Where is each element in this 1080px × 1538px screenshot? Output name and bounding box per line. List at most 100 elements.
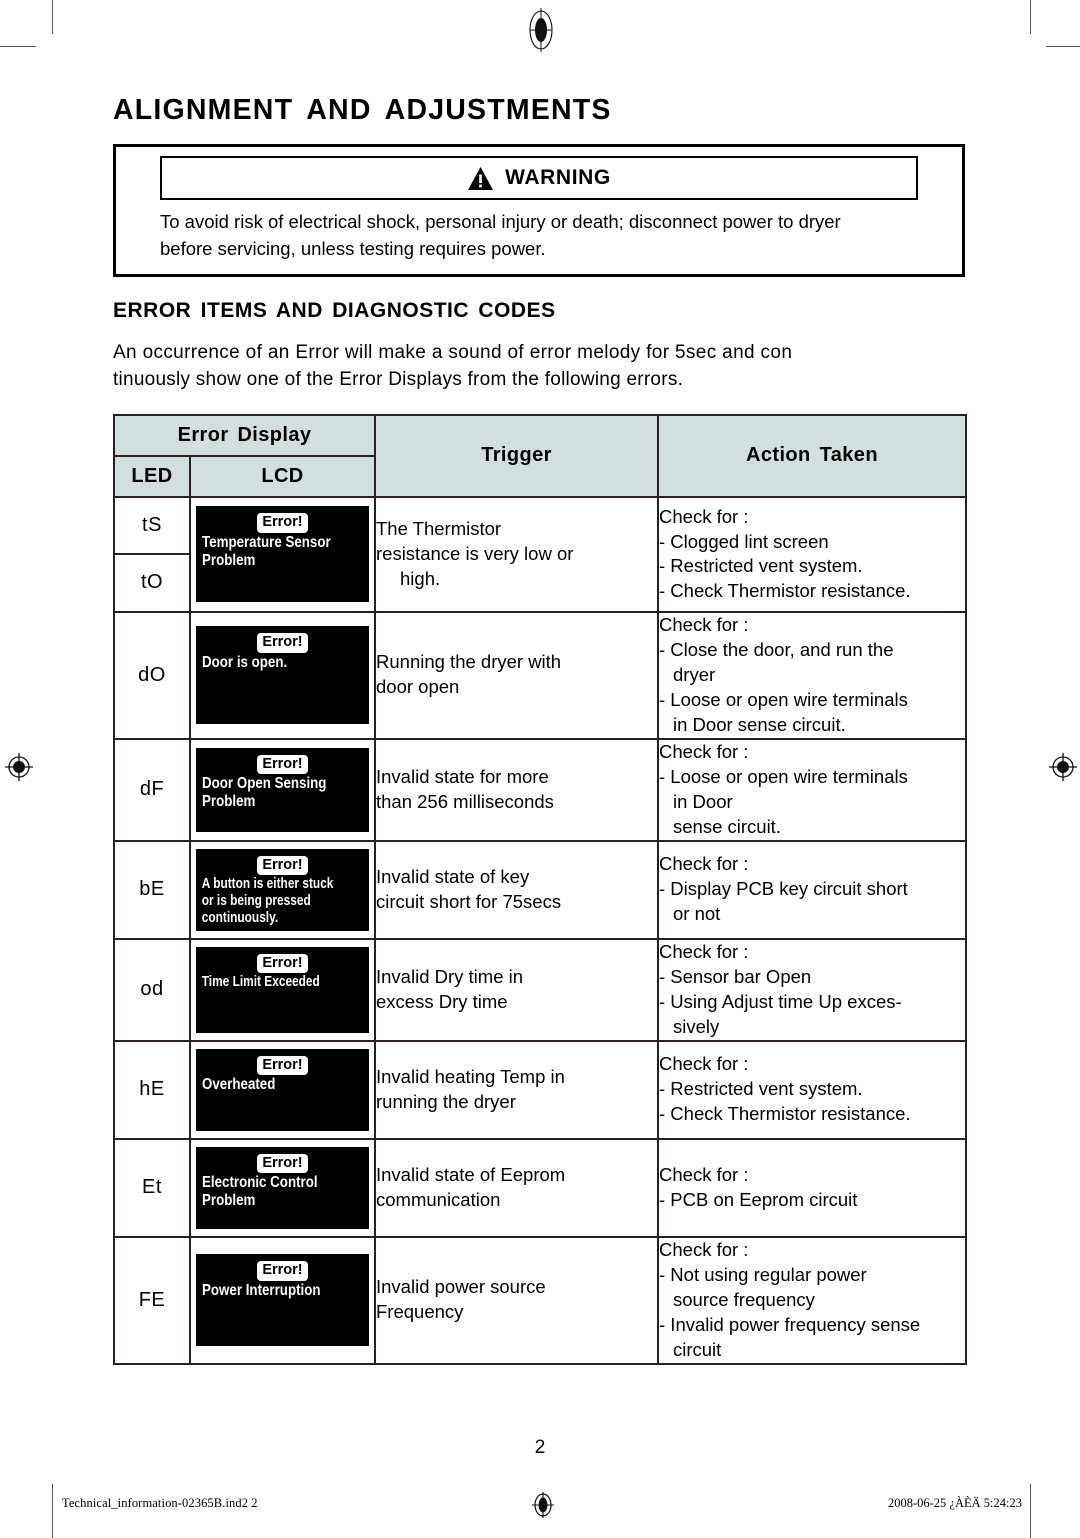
- lcd-screen: Error! Power Interruption: [196, 1254, 369, 1347]
- cell-trigger: Invalid state for more than 256 milliseco…: [374, 737, 659, 842]
- warning-header: WARNING: [160, 156, 918, 201]
- cell-lcd-display: Error! Power Interruption: [189, 1235, 376, 1365]
- column-header-action-taken: Action Taken: [657, 413, 967, 498]
- table-row: tS tO Error! Temperature Sensor Problem The T…: [113, 495, 967, 613]
- warning-label: WARNING: [505, 166, 611, 190]
- action-line: Check for :: [659, 1163, 749, 1185]
- action-line: - Loose or open wire terminals: [659, 688, 908, 710]
- lcd-screen: Error! Time Limit Exceeded: [196, 946, 369, 1033]
- registration-mark-right-icon: [1048, 752, 1078, 787]
- action-line: - Using Adjust time Up exces-: [659, 990, 902, 1012]
- trigger-line: door open: [376, 676, 460, 698]
- action-line: Check for :: [659, 853, 749, 875]
- lcd-message-line: Problem: [202, 793, 256, 811]
- trigger-line: running the dryer: [376, 1090, 516, 1112]
- cell-lcd-display: Error! Temperature Sensor Problem: [189, 495, 376, 613]
- led-code: tS: [115, 498, 189, 555]
- action-line: sively: [673, 1015, 720, 1037]
- cell-action-taken: Check for : - Close the door, and run the…: [657, 610, 967, 740]
- trigger-line: Invalid Dry time in: [376, 965, 524, 987]
- action-line: Check for :: [659, 940, 749, 962]
- action-line: Check for :: [659, 1238, 749, 1260]
- action-line: sense circuit.: [673, 815, 781, 837]
- action-line: - Display PCB key circuit short: [659, 878, 908, 900]
- action-line: - Close the door, and run the: [659, 638, 894, 660]
- cell-lcd-display: Error! Time Limit Exceeded: [189, 937, 376, 1042]
- trigger-line: high.: [400, 567, 441, 589]
- cell-trigger: Invalid Dry time in excess Dry time: [374, 937, 659, 1042]
- cell-trigger: Invalid state of Eeprom communication: [374, 1137, 659, 1238]
- trigger-line: circuit short for 75secs: [376, 890, 562, 912]
- cell-led-group: tS tO: [113, 495, 191, 613]
- trigger-line: Running the dryer with: [376, 651, 562, 673]
- action-line: - PCB on Eeprom circuit: [659, 1188, 858, 1210]
- action-line: - Not using regular power: [659, 1263, 867, 1285]
- action-line: circuit: [673, 1338, 722, 1360]
- action-line: source frequency: [673, 1288, 815, 1310]
- warning-text-line-2: before servicing, unless testing require…: [160, 237, 546, 259]
- warning-triangle-icon: [467, 166, 494, 191]
- cell-lcd-display: Error! Door is open.: [189, 610, 376, 740]
- lcd-error-badge: Error!: [196, 953, 369, 974]
- cell-action-taken: Check for : - Restricted vent system. - Ch…: [657, 1039, 967, 1140]
- crop-mark-top-right: [1030, 0, 1031, 34]
- led-code: tO: [140, 571, 164, 594]
- table-row: od Error! Time Limit Exceeded Invalid Dry t…: [113, 937, 967, 1042]
- lcd-message-line: Power Interruption: [202, 1281, 321, 1299]
- registration-mark-top-icon: [527, 8, 555, 57]
- lcd-screen: Error! A button is either stuck or is bein…: [196, 848, 369, 931]
- registration-mark-left-icon: [4, 752, 34, 787]
- table-row: bE Error! A button is either stuck or is be…: [113, 839, 967, 940]
- cell-trigger: Invalid state of key circuit short for 75…: [374, 839, 659, 940]
- cell-trigger: Running the dryer with door open: [374, 610, 659, 740]
- trigger-line: The Thermistor: [376, 518, 502, 540]
- lcd-message-line: Electronic Control: [202, 1174, 318, 1192]
- cell-lcd-display: Error! Electronic Control Problem: [189, 1137, 376, 1238]
- trigger-line: Invalid state for more: [376, 765, 549, 787]
- action-line: - Restricted vent system.: [659, 555, 863, 577]
- crop-mark-bottom-right: [1030, 1484, 1031, 1538]
- column-header-error-display: Error Display: [113, 413, 376, 457]
- cell-lcd-display: Error! A button is either stuck or is bein…: [189, 839, 376, 940]
- lcd-message-line: or is being pressed: [201, 893, 311, 909]
- action-line: in Door sense circuit.: [673, 713, 846, 735]
- table-header: Error Display Trigger Action Taken LED L…: [113, 413, 967, 498]
- lcd-message-line: Temperature Sensor: [202, 533, 331, 551]
- trigger-line: Invalid heating Temp in: [376, 1065, 565, 1087]
- cell-lcd-display: Error! Door Open Sensing Problem: [189, 737, 376, 842]
- lcd-message-line: Problem: [202, 551, 256, 569]
- lcd-message-line: Overheated: [202, 1076, 276, 1094]
- lcd-message-line: continuously.: [201, 909, 279, 926]
- cell-action-taken: Check for : - Display PCB key circuit sho…: [657, 839, 967, 940]
- led-code: dO: [113, 610, 191, 740]
- action-line: - Loose or open wire terminals: [659, 765, 908, 787]
- trigger-line: Invalid state of key: [376, 865, 530, 887]
- lcd-error-badge: Error!: [196, 513, 369, 533]
- lcd-error-badge: Error!: [196, 1055, 369, 1076]
- column-header-led: LED: [113, 454, 191, 498]
- footer-file-name: Technical_information-02365B.ind2 2: [62, 1496, 258, 1510]
- cell-trigger: Invalid heating Temp in running the dryer: [374, 1039, 659, 1140]
- trigger-line: excess Dry time: [376, 990, 508, 1012]
- intro-line-2: tinuously show one of the Error Displays…: [113, 369, 684, 391]
- trigger-line: Frequency: [376, 1301, 464, 1323]
- action-line: - Sensor bar Open: [659, 965, 812, 987]
- cell-action-taken: Check for : - Sensor bar Open - Using Adju…: [657, 937, 967, 1042]
- action-line: Check for :: [659, 505, 749, 527]
- cell-trigger: Invalid power source Frequency: [374, 1235, 659, 1365]
- warning-text-line-1: To avoid risk of electrical shock, perso…: [160, 211, 841, 233]
- action-line: - Check Thermistor resistance.: [659, 1103, 911, 1125]
- footer-timestamp: 2008-06-25 ¿ÀÈÄ 5:24:23: [887, 1496, 1022, 1510]
- action-line: - Check Thermistor resistance.: [659, 580, 911, 602]
- lcd-error-badge: Error!: [196, 633, 369, 653]
- table-row: Et Error! Electronic Control Problem Invalid…: [113, 1137, 967, 1238]
- trigger-line: communication: [376, 1188, 501, 1210]
- warning-text: To avoid risk of electrical shock, perso…: [124, 200, 954, 264]
- lcd-screen: Error! Temperature Sensor Problem: [196, 506, 369, 603]
- led-code: FE: [113, 1235, 191, 1365]
- lcd-screen: Error! Door Open Sensing Problem: [196, 747, 369, 832]
- action-line: Check for :: [659, 613, 749, 635]
- warning-box: WARNING To avoid risk of electrical shoc…: [113, 144, 965, 277]
- print-footer: Technical_information-02365B.ind2 2 2008…: [52, 1492, 1030, 1518]
- page-number: 2: [534, 1437, 546, 1458]
